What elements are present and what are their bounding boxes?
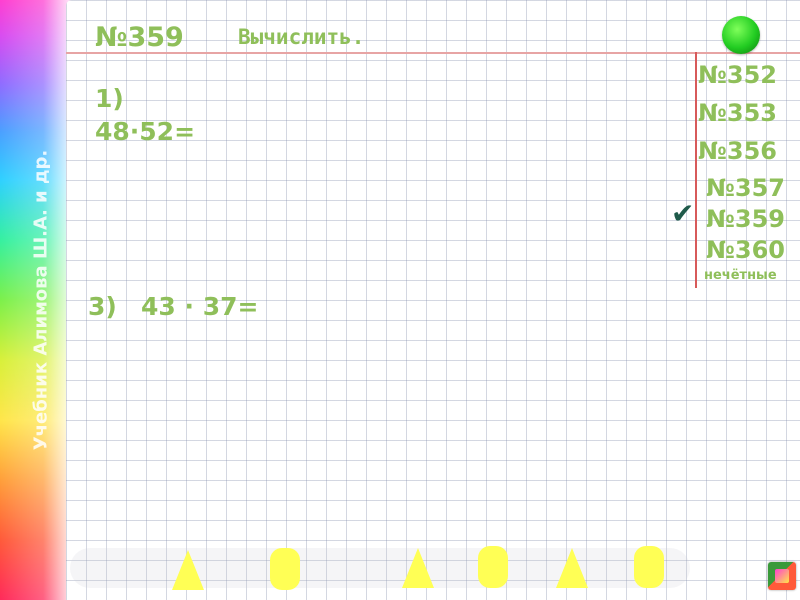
yellow-triangle-shape <box>172 550 204 590</box>
nav-note-odd: нечётные <box>704 268 777 283</box>
nav-link-357[interactable]: №357 <box>706 176 785 200</box>
task-instruction: Вычислить. <box>238 25 365 49</box>
author-text: Учебник Алимова Ш.А. и др. <box>30 149 52 451</box>
yellow-blob-shape <box>478 546 508 588</box>
nav-link-359[interactable]: №359 <box>706 207 785 231</box>
task-number: №359 <box>95 22 184 53</box>
green-circle-icon[interactable] <box>722 16 760 54</box>
side-margin-line <box>695 52 697 288</box>
yellow-blob-shape <box>270 548 300 590</box>
navigation-icon[interactable] <box>768 562 796 590</box>
yellow-blob-shape <box>634 546 664 588</box>
exercise-1-label: 1) <box>95 84 124 113</box>
nav-link-353[interactable]: №353 <box>698 101 777 125</box>
yellow-triangle-shape <box>402 548 434 588</box>
yellow-triangle-shape <box>556 548 588 588</box>
faded-bottom-strip <box>70 548 690 588</box>
exercise-3-label: 3) <box>88 292 117 321</box>
exercise-1-expression: 48·52= <box>95 117 196 146</box>
nav-link-360[interactable]: №360 <box>706 238 785 262</box>
checkmark-icon: ✔ <box>671 197 695 230</box>
nav-link-352[interactable]: №352 <box>698 63 777 87</box>
nav-link-356[interactable]: №356 <box>698 139 777 163</box>
exercise-3-expression: 43 · 37= <box>141 292 259 321</box>
